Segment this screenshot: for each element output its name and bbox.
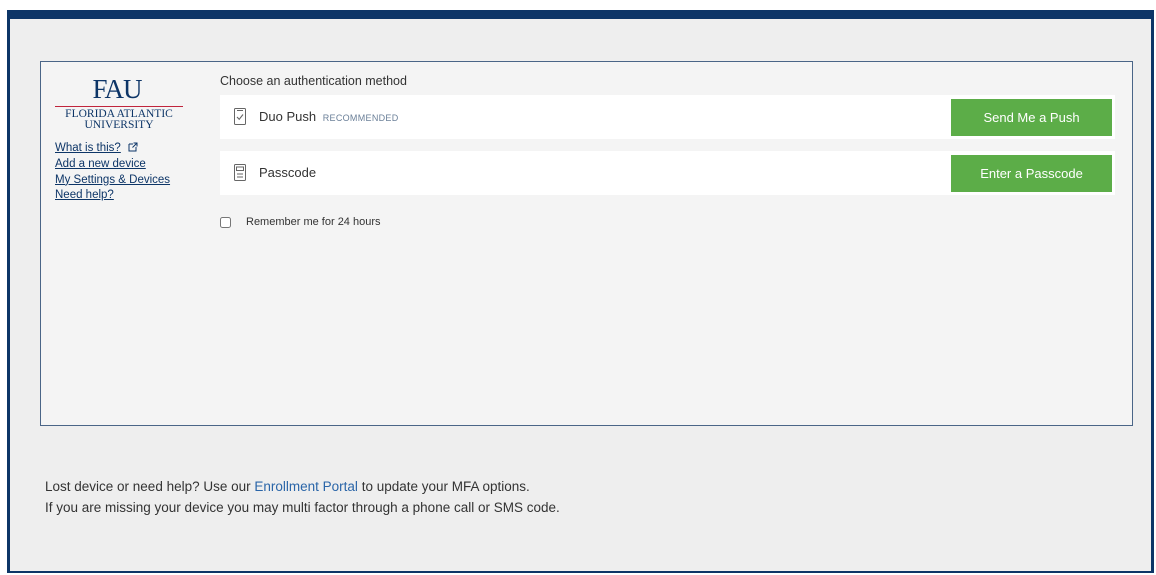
recommended-badge: RECOMMENDED: [322, 113, 399, 123]
duo-prompt-frame: FAU FLORIDA ATLANTIC UNIVERSITY What is …: [40, 61, 1133, 426]
sidebar: FAU FLORIDA ATLANTIC UNIVERSITY What is …: [55, 75, 195, 204]
duo-push-label: Duo Push RECOMMENDED: [259, 109, 399, 124]
method-row-passcode: Passcode Enter a Passcode: [220, 151, 1115, 195]
page-frame: FAU FLORIDA ATLANTIC UNIVERSITY What is …: [7, 10, 1154, 573]
send-push-button[interactable]: Send Me a Push: [951, 99, 1112, 136]
logo-divider: [55, 106, 183, 107]
fau-logo: FAU FLORIDA ATLANTIC UNIVERSITY: [55, 75, 195, 131]
enter-passcode-button[interactable]: Enter a Passcode: [951, 155, 1112, 192]
phone-check-icon: [234, 108, 246, 130]
remember-me-label: Remember me for 24 hours: [246, 216, 381, 228]
method-row-duo-push: Duo Push RECOMMENDED Send Me a Push: [220, 95, 1115, 139]
passcode-fob-icon: [234, 164, 246, 186]
logo-mark: FAU: [92, 74, 142, 104]
passcode-label: Passcode: [259, 165, 317, 180]
what-is-this-link[interactable]: What is this?: [55, 142, 121, 154]
help-line-1: Lost device or need help? Use our Enroll…: [45, 476, 560, 497]
help-line-1-prefix: Lost device or need help? Use our: [45, 479, 255, 494]
sidebar-links: What is this? Add a new device My Settin…: [55, 138, 195, 204]
my-settings-devices-link[interactable]: My Settings & Devices: [55, 173, 195, 189]
need-help-link[interactable]: Need help?: [55, 188, 195, 204]
prompt-title: Choose an authentication method: [220, 74, 407, 88]
remember-me-checkbox[interactable]: [220, 216, 231, 228]
help-line-1-suffix: to update your MFA options.: [357, 479, 530, 494]
external-link-icon: [128, 139, 138, 157]
enrollment-portal-link[interactable]: Enrollment Portal: [254, 479, 358, 494]
logo-line-2: UNIVERSITY: [84, 119, 154, 131]
duo-push-name: Duo Push: [259, 109, 317, 124]
help-line-2: If you are missing your device you may m…: [45, 500, 560, 515]
remember-me[interactable]: Remember me for 24 hours: [220, 216, 381, 228]
add-new-device-link[interactable]: Add a new device: [55, 157, 195, 173]
help-text: Lost device or need help? Use our Enroll…: [45, 476, 560, 518]
